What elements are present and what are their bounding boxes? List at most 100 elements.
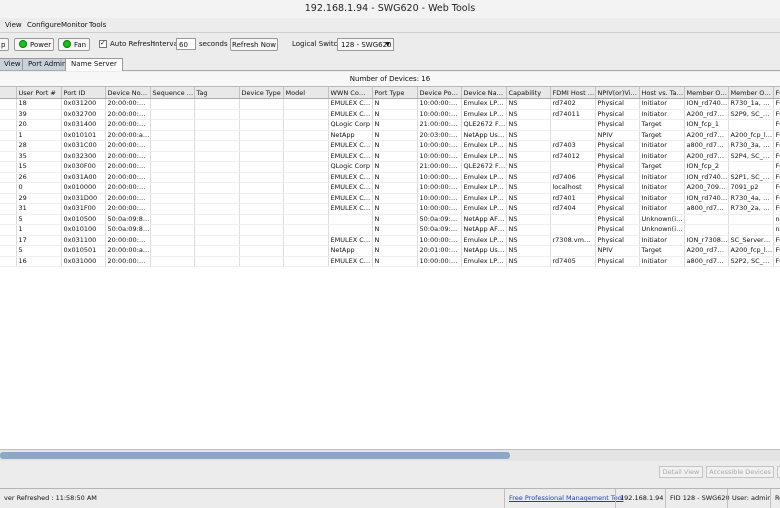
column-header[interactable]: FC (773, 87, 780, 99)
logical-switch-label: Logical Switch (292, 40, 342, 48)
table-cell: 20:00:00:90:... (105, 172, 151, 183)
accessible-devices-button[interactable]: Accessible Devices (706, 466, 774, 478)
table-cell (150, 109, 195, 120)
column-header[interactable]: Port Type (372, 87, 418, 99)
table-cell (328, 214, 373, 225)
column-header[interactable]: FDMI Host Na... (550, 87, 596, 99)
table-cell: S2P1, SC_S... (728, 172, 774, 183)
table-row[interactable]: 150x030F0020:00:00:0e:... QLogic CorpN21:… (0, 161, 780, 173)
column-header[interactable]: Model (283, 87, 329, 99)
table-row[interactable]: 10x01010050:0a:09:80:... N50:0a:09:83:...… (0, 224, 780, 236)
table-cell: Emulex LPe1... (461, 172, 507, 183)
table-cell (150, 235, 195, 246)
table-cell: NS (506, 224, 551, 236)
auto-refresh-checkbox[interactable] (99, 39, 107, 48)
interval-input[interactable]: 60 (176, 38, 196, 50)
menu-tools[interactable]: Tools (89, 18, 106, 32)
table-cell (550, 119, 596, 131)
table-row[interactable]: 390x03270020:00:00:90:... EMULEX CorpN10:… (0, 109, 780, 120)
table-cell: Unknown(init... (639, 214, 685, 225)
table-row[interactable]: 200x03140020:00:00:0e:... QLogic CorpN21:… (0, 119, 780, 131)
table-cell: NS (506, 203, 551, 215)
table-cell: NS (506, 119, 551, 131)
row-marker (0, 235, 17, 246)
menu-configure[interactable]: Configure (27, 18, 61, 32)
refresh-now-button[interactable]: Refresh Now (230, 38, 278, 51)
table-cell: 20:00:00:a0:... (105, 130, 151, 141)
column-header[interactable]: Port ID (61, 87, 106, 99)
table-cell: ION_fcp_1 (684, 119, 729, 131)
tab-name-server[interactable]: Name Server (65, 58, 123, 71)
column-header[interactable]: User Port # (16, 87, 62, 99)
table-row[interactable]: 350x03230020:00:00:90:... EMULEX CorpN10:… (0, 151, 780, 162)
table-row[interactable]: 10x01010120:00:00:a0:... NetAppN20:03:00:… (0, 130, 780, 141)
menu-view[interactable]: View (5, 18, 22, 32)
fan-button[interactable]: Fan (58, 38, 90, 51)
column-header[interactable]: Host vs. Tar... (639, 87, 685, 99)
table-cell: FC (773, 98, 780, 110)
table-cell: S2P4, SC_S... (728, 151, 774, 162)
name-server-table[interactable]: User Port # Port ID Device Node ... Sequ… (0, 86, 780, 449)
table-cell: 0x031D00 (61, 193, 106, 204)
management-tool-link-text[interactable]: Free Professional Management Tool (509, 494, 624, 502)
table-cell (283, 193, 329, 204)
table-cell: A200_7091_... (684, 182, 729, 194)
partial-button[interactable]: p (0, 38, 9, 51)
column-header[interactable]: WWN Compa... (328, 87, 373, 99)
detail-view-button[interactable]: Detail View (659, 466, 703, 478)
table-cell: NS (506, 214, 551, 225)
table-cell: NS (506, 172, 551, 183)
column-header[interactable]: NPIV(or)Virtu... (595, 87, 640, 99)
table-cell: 10:00:00:90:... (417, 193, 462, 204)
table-row[interactable]: 160x03100020:00:00:90:... EMULEX CorpN10:… (0, 256, 780, 267)
table-row[interactable]: 310x031F0020:00:00:90:... EMULEX CorpN10:… (0, 203, 780, 215)
table-row[interactable]: 50x01050050:0a:09:80:... N50:0a:09:83:...… (0, 214, 780, 225)
table-row[interactable]: 170x03110020:00:00:90:... EMULEX CorpN10:… (0, 235, 780, 246)
column-header[interactable]: Device Type (239, 87, 284, 99)
column-header[interactable]: Member Of A... (728, 87, 774, 99)
table-cell: 1 (16, 130, 62, 141)
table-cell (194, 109, 240, 120)
table-cell: Emulex LPe1... (461, 151, 507, 162)
table-cell: rd7402 (550, 98, 596, 110)
table-cell: 0x032700 (61, 109, 106, 120)
table-row[interactable]: 50x01050120:00:00:a0:... NetAppN20:01:00:… (0, 245, 780, 257)
table-cell: 20:01:00:a0:... (417, 245, 462, 257)
power-button[interactable]: Power (14, 38, 54, 51)
column-header[interactable]: Device Node ... (105, 87, 151, 99)
table-row[interactable]: 260x031A0020:00:00:90:... EMULEX CorpN10:… (0, 172, 780, 183)
table-cell: 20:00:00:a0:... (105, 245, 151, 257)
table-cell: Physical (595, 182, 640, 194)
column-header[interactable]: Member Of Z... (684, 87, 729, 99)
table-cell (550, 224, 596, 236)
table-cell: 20:00:00:90:... (105, 182, 151, 194)
horizontal-scrollbar[interactable] (0, 449, 780, 461)
table-cell (283, 214, 329, 225)
table-cell (239, 203, 284, 215)
table-cell: NS (506, 235, 551, 246)
logical-switch-value: 128 - SWG620 (341, 41, 392, 49)
table-cell: 0x030F00 (61, 161, 106, 173)
column-header[interactable]: Capability (506, 87, 551, 99)
column-header[interactable]: Device Port ... (417, 87, 462, 99)
row-marker (0, 119, 17, 131)
menu-monitor[interactable]: Monitor (61, 18, 88, 32)
tab-port-admin-label: Port Admin (28, 60, 67, 68)
table-row[interactable]: 280x031C0020:00:00:90:... EMULEX CorpN10:… (0, 140, 780, 152)
table-cell: 0x031100 (61, 235, 106, 246)
column-header[interactable]: Sequence N... (150, 87, 195, 99)
table-cell (150, 172, 195, 183)
column-header[interactable]: Device Name (461, 87, 507, 99)
table-cell: 17 (16, 235, 62, 246)
table-cell (283, 172, 329, 183)
table-cell: N (372, 193, 418, 204)
scrollbar-thumb[interactable] (0, 452, 510, 459)
column-header[interactable]: Tag (194, 87, 240, 99)
table-row[interactable]: 290x031D0020:00:00:90:... EMULEX CorpN10:… (0, 193, 780, 204)
management-tool-link[interactable]: Free Professional Management Tool (504, 489, 624, 508)
tab-bar: View Port Admin Name Server (0, 56, 780, 71)
table-row[interactable]: 00x01000020:00:00:90:... EMULEX CorpN10:0… (0, 182, 780, 194)
logical-switch-select[interactable]: 128 - SWG620 ▼ (337, 38, 394, 51)
table-cell: SC_Servers,... (728, 235, 774, 246)
table-row[interactable]: 180x03120020:00:00:90:... EMULEX CorpN10:… (0, 98, 780, 110)
